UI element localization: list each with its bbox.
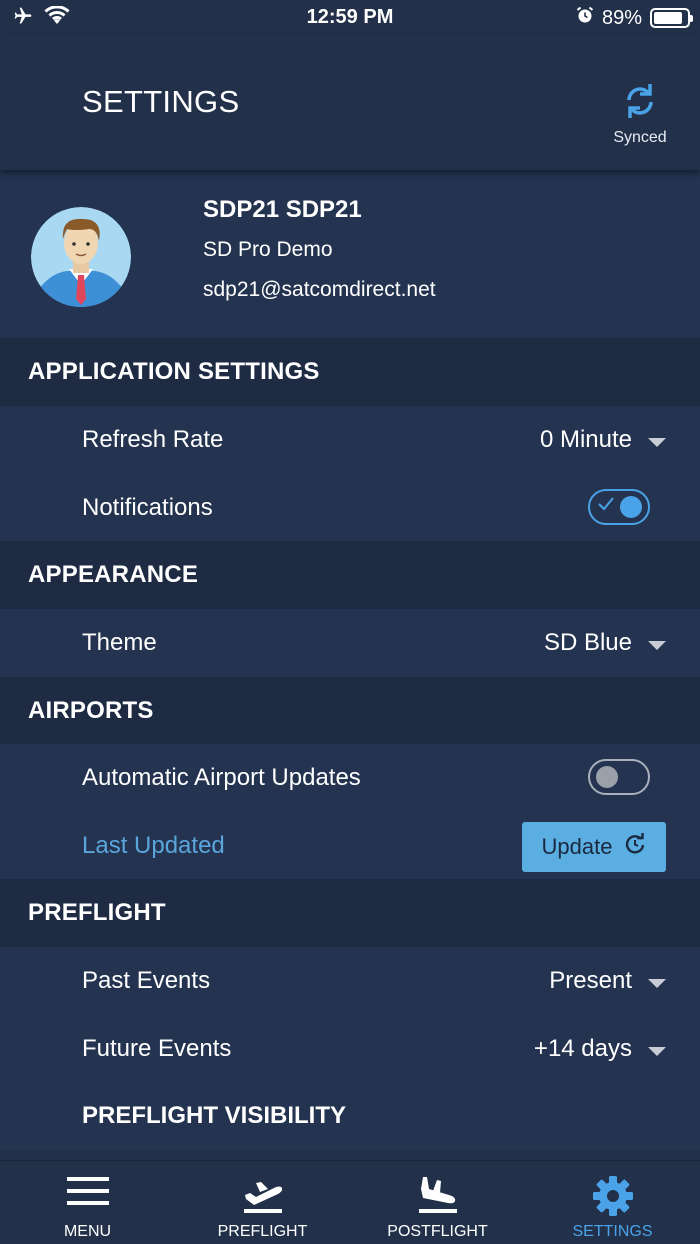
update-button-label: Update	[541, 834, 613, 859]
landing-icon	[350, 1175, 525, 1217]
section-title: APPEARANCE	[28, 561, 199, 588]
preflight-visibility-title: PREFLIGHT VISIBILITY	[82, 1102, 347, 1129]
tab-label: POSTFLIGHT	[387, 1223, 488, 1240]
theme-value[interactable]: SD Blue	[544, 629, 632, 657]
refresh-icon	[624, 833, 646, 861]
chevron-down-icon[interactable]	[648, 641, 666, 650]
preflight-visibility-row: PREFLIGHT VISIBILITY	[0, 1082, 700, 1150]
gear-icon	[525, 1175, 700, 1217]
tab-postflight[interactable]: POSTFLIGHT	[350, 1161, 525, 1244]
theme-row[interactable]: Theme SD Blue	[0, 609, 700, 677]
tab-settings[interactable]: SETTINGS	[525, 1161, 700, 1244]
sync-button[interactable]: Synced	[610, 82, 670, 147]
profile-name: SDP21 SDP21	[203, 196, 362, 223]
chevron-down-icon[interactable]	[648, 979, 666, 988]
tab-bar: MENU PREFLIGHT POSTFLIGHT SETTINGS	[0, 1160, 700, 1244]
notifications-toggle[interactable]	[588, 489, 650, 525]
sync-status-label: Synced	[613, 129, 667, 146]
last-updated-label: Last Updated	[82, 832, 225, 859]
check-icon	[598, 497, 614, 516]
chevron-down-icon[interactable]	[648, 438, 666, 447]
profile-organization: SD Pro Demo	[203, 238, 333, 261]
future-events-label: Future Events	[82, 1035, 232, 1062]
toggle-knob	[596, 766, 618, 788]
update-button[interactable]: Update	[522, 822, 666, 872]
tab-label: PREFLIGHT	[217, 1223, 308, 1240]
section-preflight: PREFLIGHT	[0, 879, 700, 947]
top-bar: SETTINGS Synced	[0, 36, 700, 170]
toggle-knob	[620, 496, 642, 518]
tab-label: SETTINGS	[572, 1223, 653, 1240]
battery-percent: 89%	[601, 6, 642, 29]
tab-preflight[interactable]: PREFLIGHT	[175, 1161, 350, 1244]
tab-label: MENU	[63, 1223, 112, 1240]
chevron-down-icon[interactable]	[648, 1047, 666, 1056]
battery-icon	[650, 8, 693, 28]
refresh-rate-value[interactable]: 0 Minute	[540, 426, 632, 454]
profile-card: SDP21 SDP21 SD Pro Demo sdp21@satcomdire…	[0, 170, 700, 338]
takeoff-icon	[175, 1175, 350, 1217]
status-bar: 12:59 PM 89%	[0, 0, 700, 36]
past-events-row[interactable]: Past Events Present	[0, 947, 700, 1015]
section-title: AIRPORTS	[28, 697, 154, 724]
page-title: SETTINGS	[82, 84, 240, 119]
automatic-airport-updates-label: Automatic Airport Updates	[82, 764, 361, 791]
section-title: PREFLIGHT	[28, 899, 166, 926]
past-events-label: Past Events	[82, 967, 211, 994]
sync-icon	[623, 84, 657, 124]
refresh-rate-label: Refresh Rate	[82, 426, 224, 453]
section-title: APPLICATION SETTINGS	[28, 358, 320, 385]
automatic-airport-updates-row: Automatic Airport Updates	[0, 744, 700, 812]
future-events-row[interactable]: Future Events +14 days	[0, 1015, 700, 1083]
past-events-value[interactable]: Present	[549, 967, 632, 995]
theme-label: Theme	[82, 629, 157, 656]
section-airports: AIRPORTS	[0, 677, 700, 745]
notifications-row: Notifications	[0, 474, 700, 542]
refresh-rate-row[interactable]: Refresh Rate 0 Minute	[0, 406, 700, 474]
tab-menu[interactable]: MENU	[0, 1161, 175, 1244]
notifications-label: Notifications	[82, 494, 213, 521]
section-appearance: APPEARANCE	[0, 541, 700, 609]
status-right: 89%	[576, 6, 693, 30]
future-events-value[interactable]: +14 days	[534, 1035, 632, 1063]
avatar	[31, 207, 131, 307]
section-application-settings: APPLICATION SETTINGS	[0, 338, 700, 406]
automatic-airport-updates-toggle[interactable]	[588, 759, 650, 795]
profile-email: sdp21@satcomdirect.net	[203, 278, 436, 301]
alarm-icon	[576, 6, 594, 30]
menu-icon	[0, 1175, 175, 1217]
last-updated-row: Last Updated Update	[0, 812, 700, 880]
